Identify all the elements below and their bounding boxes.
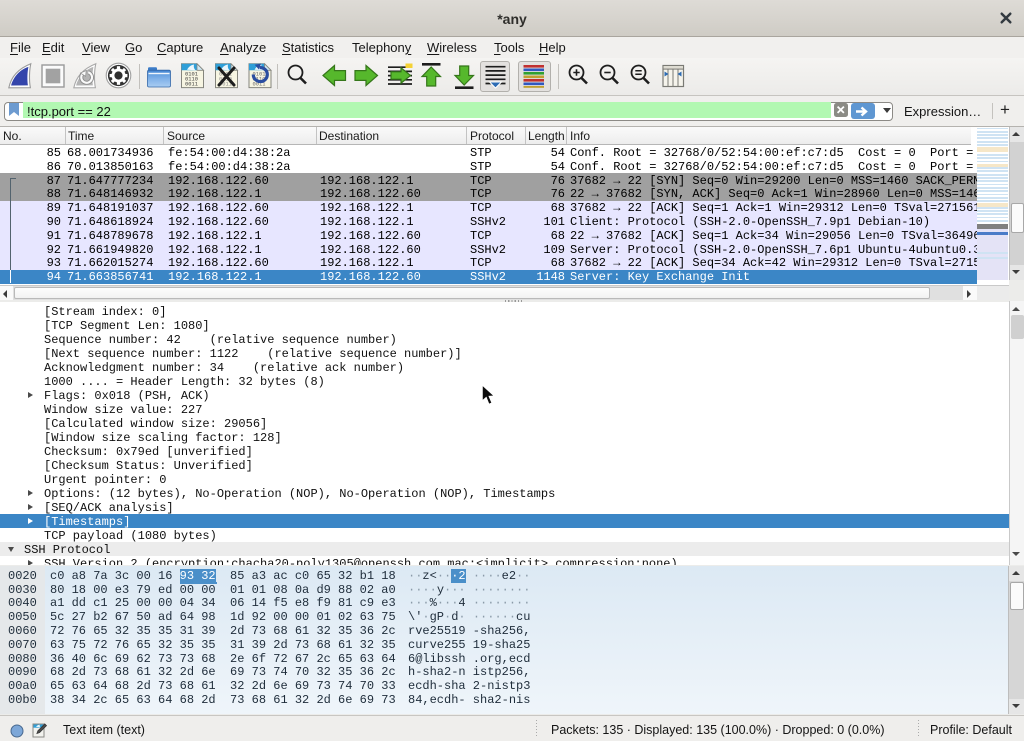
svg-text:0011: 0011 xyxy=(185,82,198,88)
